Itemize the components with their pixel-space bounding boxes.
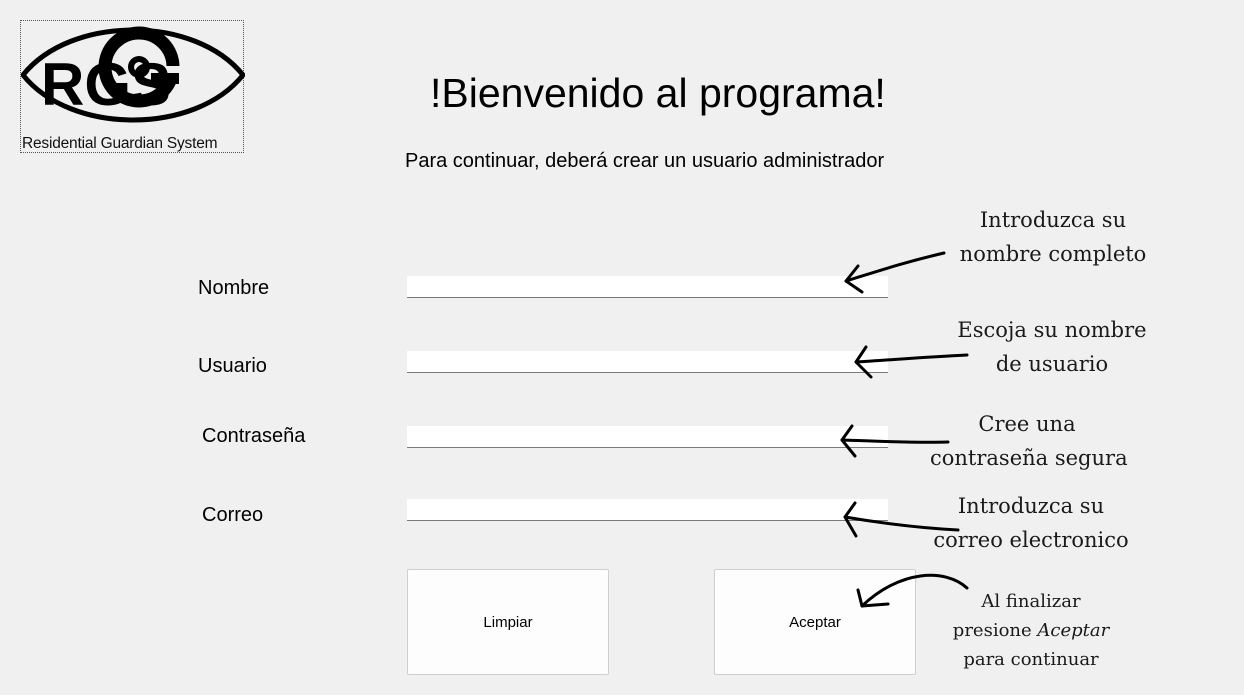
logo-letters: RGS [41,51,171,118]
nombre-label: Nombre [198,277,270,299]
usuario-hint-line-1: Escoja su nombre [957,318,1147,342]
usuario-input[interactable] [407,351,888,373]
aceptar-hint-line-3: para continuar [963,649,1099,670]
aceptar-hint-emphasis: Aceptar [1037,620,1110,641]
accept-button[interactable]: Aceptar [714,569,916,675]
correo-hint: Introduzca su correo electronico [928,489,1134,557]
contrasena-hint: Cree una contraseña segura [930,407,1128,475]
logo-caption: Residential Guardian System [22,135,218,152]
usuario-label: Usuario [198,355,267,377]
correo-input[interactable] [407,499,888,521]
page-title: !Bienvenido al programa! [430,70,886,116]
nombre-hint: Introduzca su nombre completo [950,203,1156,271]
eye-logo-icon: RGS [21,26,245,123]
aceptar-hint-prefix: presione [952,620,1038,641]
correo-hint-line-1: Introduzca su [957,494,1105,518]
contrasena-hint-line-1: Cree una [978,412,1076,436]
rgs-logo: RGS Residential Guardian System [20,20,245,153]
nombre-hint-line-1: Introduzca su [979,208,1127,232]
correo-label: Correo [202,504,264,526]
nombre-input[interactable] [407,276,888,298]
usuario-hint: Escoja su nombre de usuario [950,313,1154,381]
contrasena-hint-line-2: contraseña segura [930,446,1128,470]
usuario-hint-line-2: de usuario [995,352,1109,376]
contrasena-label: Contraseña [202,425,306,447]
aceptar-hint-line-2: presione Aceptar [948,616,1114,645]
nombre-hint-line-2: nombre completo [959,242,1147,266]
aceptar-hint: Al finalizar presione Aceptar para conti… [948,587,1114,674]
aceptar-hint-line-1: Al finalizar [981,591,1081,612]
contrasena-input[interactable] [407,426,888,448]
page-subtitle: Para continuar, deberá crear un usuario … [405,150,885,172]
correo-hint-line-2: correo electronico [933,528,1129,552]
clear-button[interactable]: Limpiar [407,569,609,675]
